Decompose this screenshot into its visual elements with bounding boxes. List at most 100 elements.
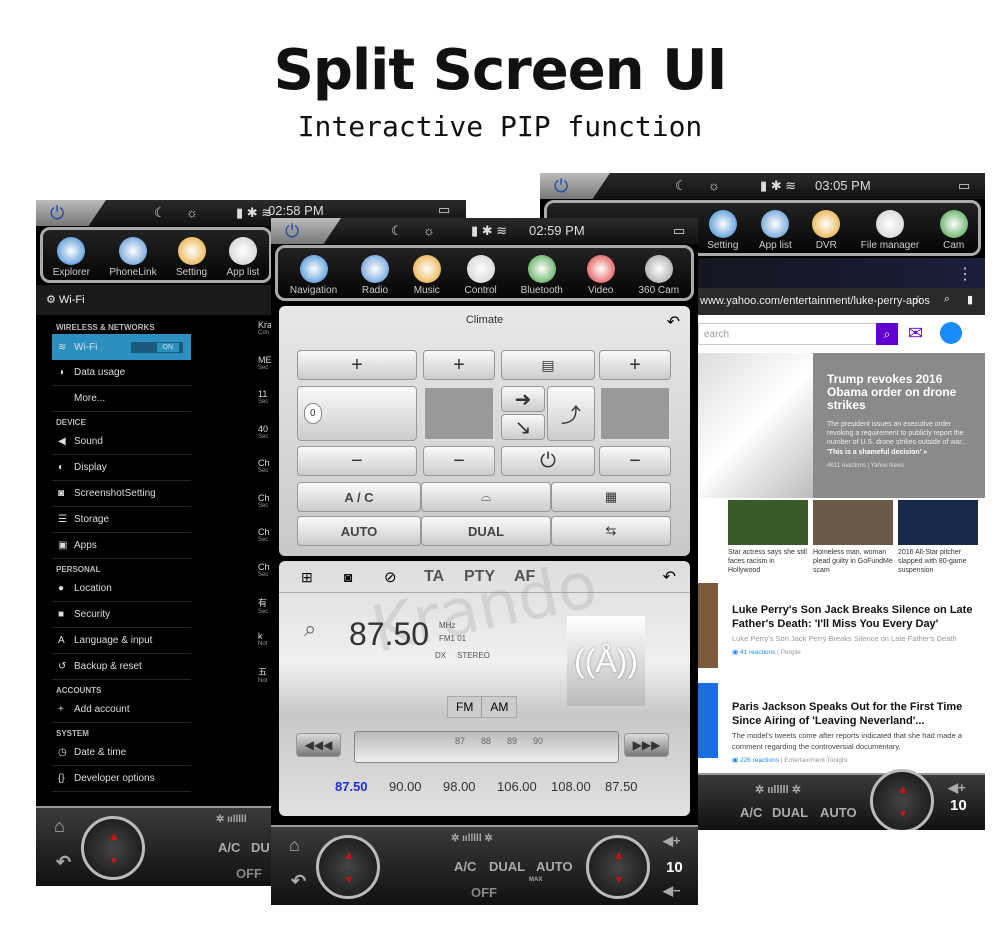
back-icon[interactable]: ↶ — [56, 852, 71, 873]
fan-speed-icon[interactable]: ✲ ıılllll — [216, 814, 247, 825]
thumb-caption[interactable]: Homeless man, woman plead guilty in GoFu… — [813, 548, 893, 575]
scan-icon[interactable]: ⊘ — [384, 568, 397, 586]
search-button[interactable]: ⌕ — [876, 323, 898, 345]
settings-item[interactable]: A Language & input — [52, 628, 191, 654]
left-temperature-knob[interactable] — [316, 835, 380, 899]
dock-app[interactable]: App list — [759, 210, 792, 251]
dock-app[interactable]: Setting — [176, 237, 207, 278]
settings-item[interactable]: ◐ Display — [52, 455, 191, 481]
preset-button[interactable]: 98.00 — [443, 779, 476, 794]
reactions-count[interactable]: ▣ 226 reactions — [732, 757, 779, 764]
left-temp-up-button[interactable]: + — [297, 350, 417, 380]
article-thumb[interactable] — [698, 583, 718, 668]
article-thumb[interactable] — [698, 683, 718, 758]
settings-item[interactable]: ◑ Data usage — [52, 360, 191, 386]
temperature-knob[interactable] — [81, 816, 145, 880]
reactions-count[interactable]: ▣ 41 reactions — [732, 649, 775, 656]
settings-item[interactable]: ▣ Apps — [52, 533, 191, 559]
volume-up-icon[interactable]: ◀+ — [948, 780, 966, 796]
dual-button[interactable]: DU — [251, 840, 270, 855]
seek-back-button[interactable]: ◀◀◀ — [296, 733, 341, 757]
dock-app[interactable]: File manager — [861, 210, 919, 251]
thumb-caption[interactable]: Star actress says she still faces racism… — [728, 548, 808, 575]
dock-app[interactable]: Navigation — [290, 255, 337, 296]
thumb-image[interactable] — [898, 500, 978, 545]
off-button[interactable]: OFF — [471, 885, 497, 900]
thumb-caption[interactable]: 2016 All-Star pitcher slapped with 80-ga… — [898, 548, 978, 575]
fan-speed-icon[interactable]: ✲ ıılllll ✲ — [451, 833, 493, 844]
preset-button[interactable]: 90.00 — [389, 779, 422, 794]
brightness-icon[interactable]: ☼ — [423, 223, 435, 238]
multiwindow-icon[interactable]: ▭ — [673, 223, 685, 239]
fan-down-button[interactable]: − — [423, 446, 495, 476]
dock-app[interactable]: Music — [412, 255, 441, 296]
hero-link[interactable]: 'This is a shameful decision' » — [827, 449, 971, 456]
fan-speed-icon[interactable]: ✲ ıılllll ✲ — [755, 783, 801, 796]
dock-app[interactable]: Control — [465, 255, 497, 296]
hero-card[interactable]: Trump revokes 2016 Obama order on drone … — [813, 353, 985, 498]
dock-app[interactable]: 360 Cam — [638, 255, 679, 296]
temperature-knob[interactable] — [870, 769, 934, 830]
article-title[interactable]: Paris Jackson Speaks Out for the First T… — [732, 700, 977, 728]
preset-button[interactable]: 108.00 — [551, 779, 591, 794]
settings-item[interactable]: ≋ Wi-Fi ON — [52, 334, 191, 360]
avatar[interactable] — [940, 322, 962, 344]
article[interactable]: Paris Jackson Speaks Out for the First T… — [732, 700, 977, 764]
search-input[interactable]: earch — [698, 323, 878, 345]
mail-icon[interactable]: ✉ — [908, 323, 923, 344]
dual-button[interactable]: DUAL — [421, 516, 551, 546]
airflow-face-button[interactable]: ➜ — [501, 386, 545, 412]
dock-app[interactable]: Setting — [707, 210, 738, 251]
settings-item[interactable]: {} Developer options — [52, 766, 191, 792]
preset-button[interactable]: 87.50 — [605, 779, 638, 794]
am-button[interactable]: AM — [482, 697, 516, 717]
wifi-toggle[interactable]: ON — [130, 341, 183, 353]
dock-app[interactable]: DVR — [812, 210, 841, 251]
brightness-icon[interactable]: ☼ — [708, 178, 720, 193]
power-icon[interactable]: ⏻ — [271, 218, 341, 244]
ac-button[interactable]: A/C — [454, 859, 476, 874]
defrost-button[interactable]: ▤ — [501, 350, 595, 380]
rear-defrost-button[interactable]: ▦ — [551, 482, 671, 512]
dock-app[interactable]: Cam — [939, 210, 968, 251]
volume-down-icon[interactable]: ◀− — [663, 883, 681, 899]
thumb-image[interactable] — [728, 500, 808, 545]
multiwindow-icon[interactable]: ▭ — [958, 178, 970, 194]
right-temp-up-button[interactable]: + — [599, 350, 671, 380]
ac-button[interactable]: A/C — [218, 840, 240, 855]
speaker-icon[interactable]: ◙ — [344, 569, 352, 585]
dock-app[interactable]: App list — [226, 237, 259, 278]
ac-button[interactable]: A/C — [740, 805, 762, 820]
fan-up-button[interactable]: + — [423, 350, 495, 380]
night-icon[interactable]: ☾ — [391, 223, 403, 239]
settings-item[interactable]: ■ Security — [52, 602, 191, 628]
reactions-count[interactable]: 4611 reactions — [827, 463, 866, 469]
dock-app[interactable]: Radio — [360, 255, 389, 296]
settings-item[interactable]: ◷ Date & time — [52, 740, 191, 766]
settings-item[interactable]: ☰ Storage — [52, 507, 191, 533]
auto-button[interactable]: AUTO — [536, 859, 573, 874]
dual-button[interactable]: DUAL — [772, 805, 808, 820]
home-icon[interactable]: ⌂ — [289, 835, 300, 856]
auto-button[interactable]: AUTO — [297, 516, 421, 546]
article-title[interactable]: Luke Perry's Son Jack Breaks Silence on … — [732, 603, 977, 631]
dock-app[interactable]: PhoneLink — [109, 237, 157, 278]
dock-app[interactable]: Bluetooth — [521, 255, 563, 296]
search-icon[interactable]: ⌕ — [944, 293, 950, 306]
preset-button[interactable]: 106.00 — [497, 779, 537, 794]
search-icon[interactable]: ⌕ — [304, 616, 316, 642]
back-icon[interactable]: ↶ — [291, 871, 306, 892]
dock-app[interactable]: Video — [586, 255, 615, 296]
dual-button[interactable]: DUAL — [489, 859, 525, 874]
ac-button[interactable]: A / C — [297, 482, 421, 512]
night-icon[interactable]: ☾ — [154, 205, 166, 221]
airflow-feet-button[interactable]: ↘ — [501, 414, 545, 440]
menu-icon[interactable]: ⋮ — [957, 264, 973, 284]
fan-slider[interactable]: 0 — [297, 386, 417, 441]
seat-airflow-button[interactable]: ⤴ — [547, 386, 595, 441]
settings-item[interactable]: More... — [52, 386, 191, 412]
seek-forward-button[interactable]: ▶▶▶ — [624, 733, 669, 757]
left-temp-down-button[interactable]: − — [297, 446, 417, 476]
hero-image[interactable] — [698, 353, 813, 498]
night-icon[interactable]: ☾ — [675, 178, 687, 194]
